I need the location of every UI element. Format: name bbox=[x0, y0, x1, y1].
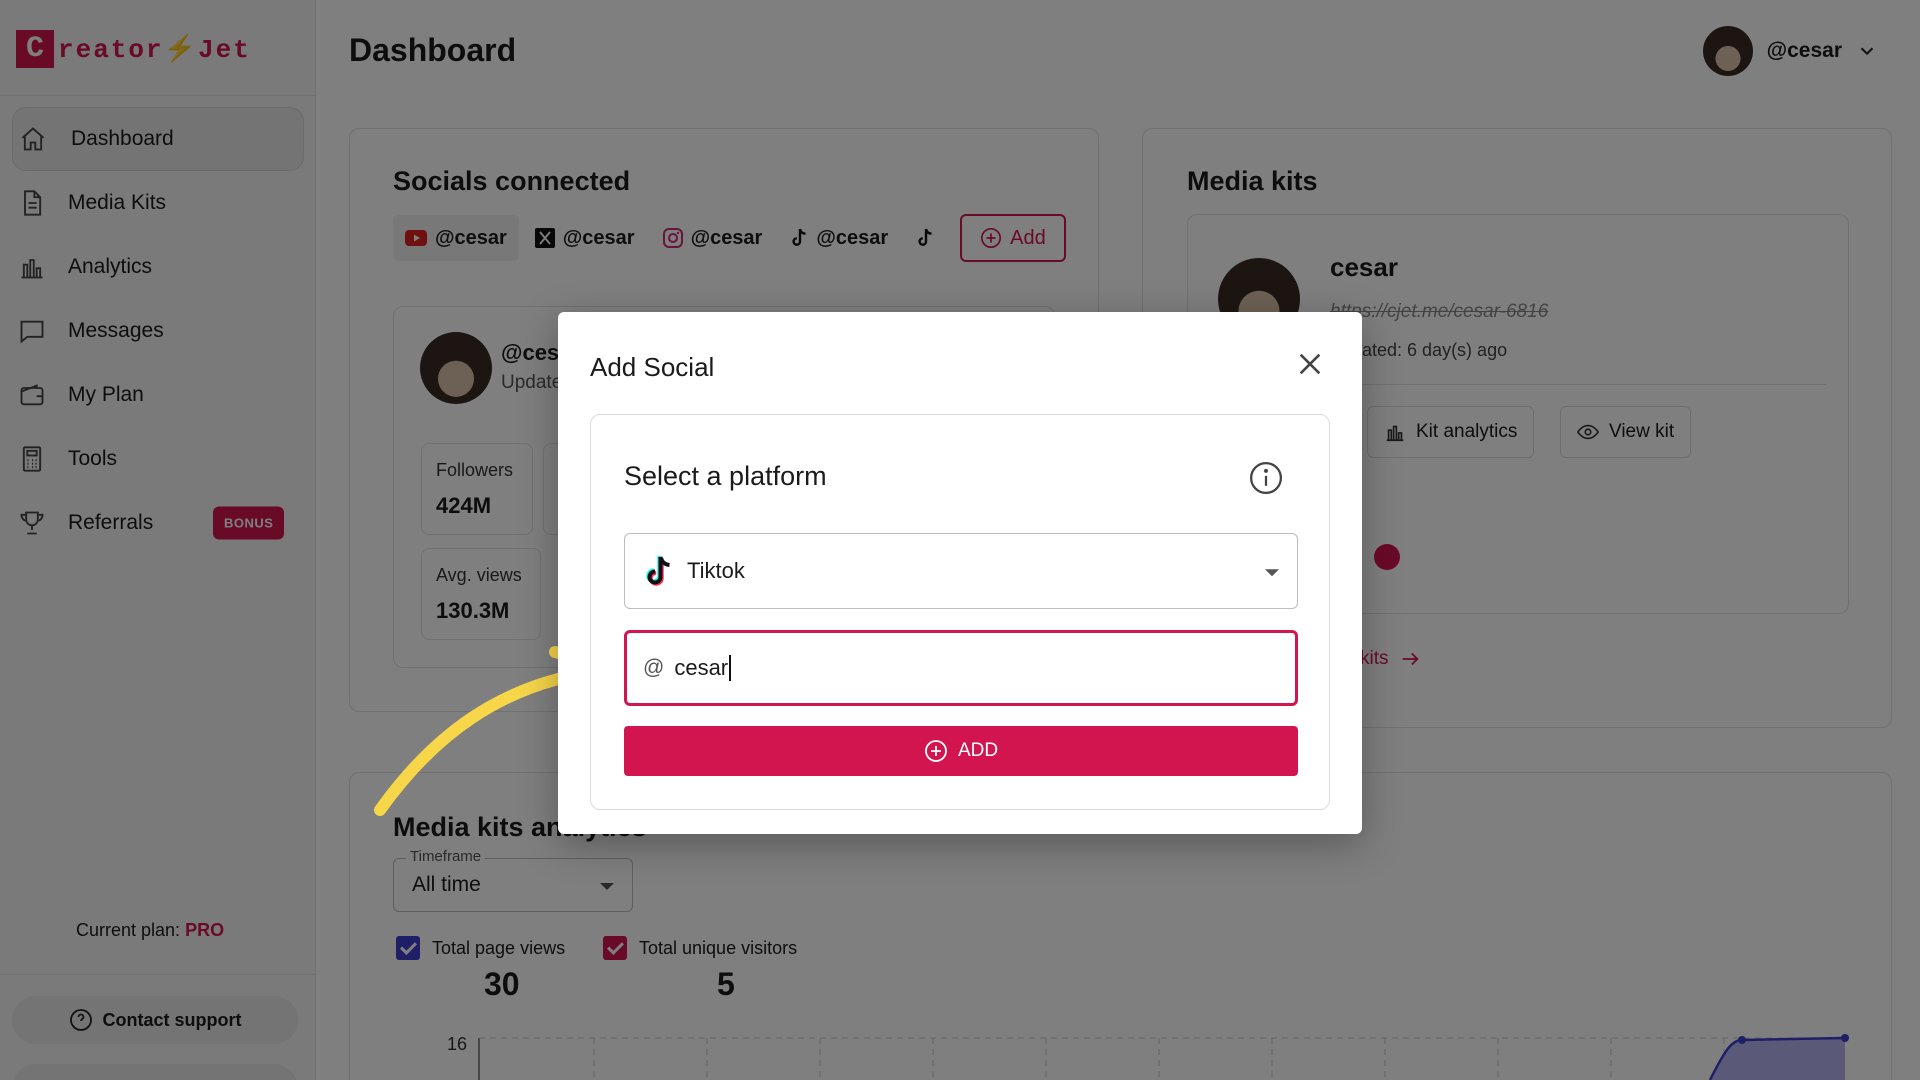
add-submit-label: ADD bbox=[957, 740, 999, 761]
modal-title: Add Social bbox=[590, 352, 715, 382]
caret-down-icon bbox=[1265, 569, 1279, 577]
platform-panel: Select a platform Tiktok @ cesar ADD bbox=[590, 414, 1330, 810]
info-icon[interactable] bbox=[1249, 461, 1283, 495]
handle-value: cesar bbox=[674, 655, 729, 680]
text-cursor bbox=[729, 655, 732, 681]
panel-title: Select a platform bbox=[624, 461, 827, 491]
add-social-modal: Add Social Select a platform Tiktok @ ce… bbox=[558, 312, 1362, 834]
tiktok-icon bbox=[646, 555, 670, 586]
handle-input[interactable]: @ cesar bbox=[624, 630, 1298, 706]
platform-value: Tiktok bbox=[687, 558, 745, 583]
add-submit-button[interactable]: ADD bbox=[624, 726, 1298, 776]
handle-prefix: @ bbox=[643, 656, 665, 679]
close-icon[interactable] bbox=[1296, 350, 1324, 378]
plus-circle-icon bbox=[925, 740, 947, 762]
platform-select[interactable]: Tiktok bbox=[624, 533, 1298, 609]
